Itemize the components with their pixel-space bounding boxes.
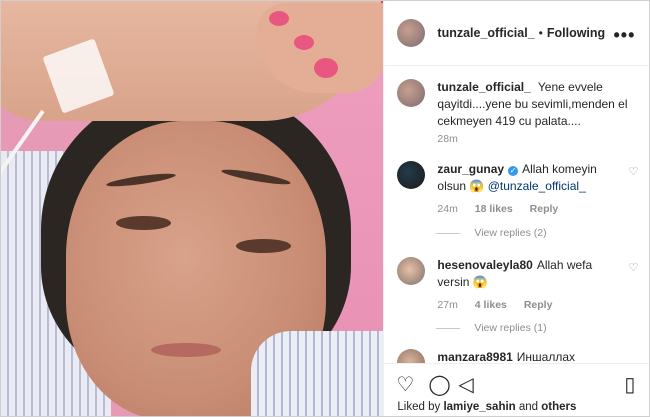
comment-heart-icon[interactable]: ♡ <box>629 261 639 274</box>
liked-by-prefix: Liked by <box>397 401 441 413</box>
post-caption: tunzale_official_ Yene evvele qayitdi...… <box>397 79 637 130</box>
comment-mention-link[interactable]: @tunzale_official_ <box>488 179 586 193</box>
avatar[interactable] <box>397 257 426 285</box>
view-replies-label[interactable]: View replies (1) <box>474 322 546 334</box>
comment-heart-icon[interactable]: ♡ <box>629 165 639 178</box>
liked-by-and: and <box>518 401 539 413</box>
replies-line <box>436 327 461 329</box>
verified-icon: ✓ <box>508 166 519 176</box>
liked-by-others[interactable]: others <box>541 401 576 413</box>
comment-username[interactable]: hesenovaleyla80 <box>437 258 532 272</box>
bookmark-icon[interactable]: ▯ <box>624 372 635 397</box>
instagram-post-window: tunzale_official_ • Following ••• tunzal… <box>0 0 650 417</box>
comment-meta: 24m 18 likes Reply <box>437 201 607 218</box>
avatar[interactable] <box>397 19 426 47</box>
separator-dot: • <box>538 26 543 40</box>
header-username[interactable]: tunzale_official_ <box>437 26 534 40</box>
replies-line <box>436 232 461 234</box>
liked-by-user[interactable]: lamiye_sahin <box>443 401 515 413</box>
heart-icon[interactable]: ♡ <box>396 372 414 397</box>
photo-nail <box>314 58 338 78</box>
comment-username[interactable]: zaur_gunay <box>437 162 504 176</box>
reply-button[interactable]: Reply <box>530 203 559 215</box>
share-icon[interactable]: ◁ <box>458 372 473 397</box>
photo-mouth <box>151 343 221 357</box>
avatar[interactable] <box>397 161 426 189</box>
more-icon[interactable]: ••• <box>614 25 636 46</box>
photo-nail <box>269 11 289 26</box>
photo-eye-left <box>116 216 171 230</box>
reply-button[interactable]: Reply <box>524 299 553 311</box>
comment-username[interactable]: manzara8981 <box>437 350 512 363</box>
comment-likes[interactable]: 18 likes <box>475 203 513 215</box>
caption-username[interactable]: tunzale_official_ <box>437 80 530 94</box>
comment-item: hesenovaleyla80 Allah wefa versin 😱 27m 4… <box>397 257 642 314</box>
comment-likes[interactable]: 4 likes <box>475 299 507 311</box>
view-replies-label[interactable]: View replies (2) <box>474 227 546 239</box>
comment-timestamp[interactable]: 27m <box>437 299 457 311</box>
photo-eye-right <box>236 239 291 253</box>
post-header: tunzale_official_ • Following ••• <box>384 1 649 66</box>
comment-item: manzara8981 Иншаллах <box>397 349 642 363</box>
post-side-panel: tunzale_official_ • Following ••• tunzal… <box>383 1 649 416</box>
comment-icon[interactable]: ◯ <box>428 372 450 397</box>
view-replies[interactable]: View replies (1) <box>436 322 547 334</box>
comment-meta: 27m 4 likes Reply <box>437 297 607 314</box>
view-replies[interactable]: View replies (2) <box>436 227 547 239</box>
post-photo[interactable] <box>1 1 384 416</box>
comment-item: zaur_gunay ✓ Allah komeyin olsun 😱 @tunzal… <box>397 161 642 218</box>
avatar[interactable] <box>397 349 426 363</box>
comment-timestamp[interactable]: 24m <box>437 203 457 215</box>
liked-by-line: Liked by lamiye_sahin and others <box>397 401 576 413</box>
post-actions: ♡ ◯ ◁ ▯ Liked by lamiye_sahin and others <box>384 363 649 416</box>
comment-text: Иншаллах <box>516 350 576 363</box>
avatar[interactable] <box>397 79 426 107</box>
caption-timestamp[interactable]: 28m <box>437 133 457 145</box>
photo-shirt-right <box>251 331 384 416</box>
photo-nail <box>294 35 314 50</box>
following-button[interactable]: Following <box>547 26 605 40</box>
